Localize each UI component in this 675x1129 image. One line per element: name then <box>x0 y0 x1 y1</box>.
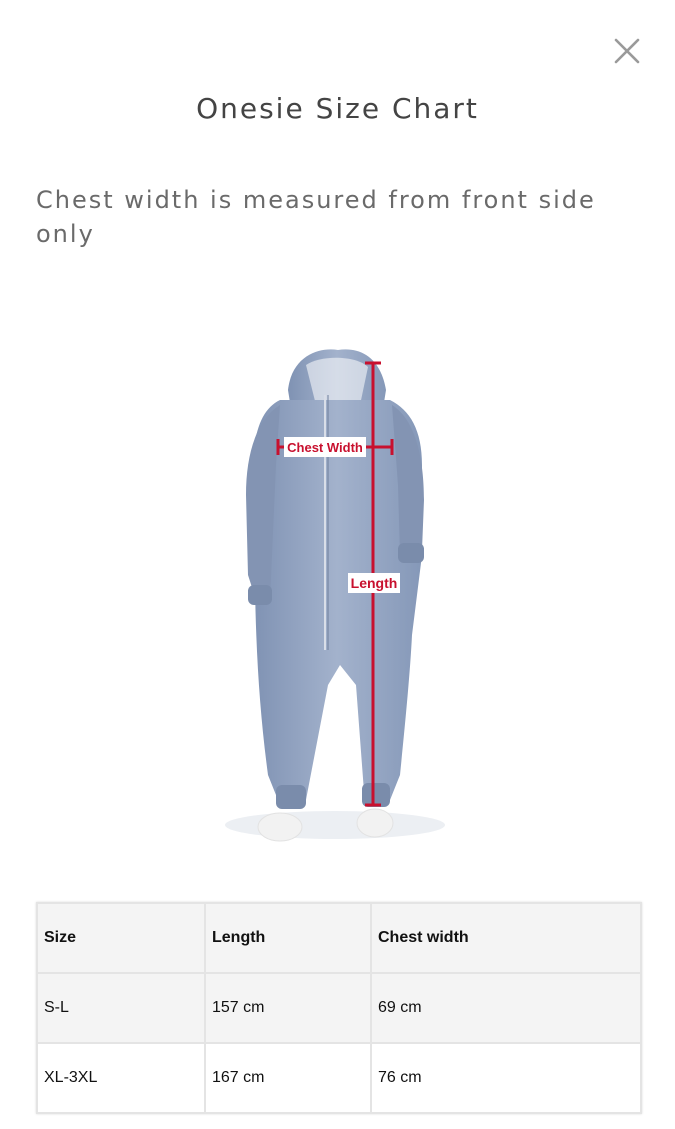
cell-size: S-L <box>36 972 206 1044</box>
onesie-figure: Chest Width Length <box>160 255 520 885</box>
cell-length: 157 cm <box>204 972 372 1044</box>
table-row: S-L 157 cm 69 cm <box>36 972 642 1044</box>
length-label: Length <box>351 575 398 591</box>
close-button[interactable] <box>610 34 644 68</box>
close-icon <box>614 38 640 64</box>
modal-title: Onesie Size Chart <box>196 92 479 125</box>
table-row: XL-3XL 167 cm 76 cm <box>36 1042 642 1114</box>
cell-size: XL-3XL <box>36 1042 206 1114</box>
table-header-row: Size Length Chest width <box>36 902 642 974</box>
header-chest-width: Chest width <box>370 902 642 974</box>
header-size: Size <box>36 902 206 974</box>
size-table: Size Length Chest width S-L 157 cm 69 cm… <box>36 902 642 1114</box>
chest-width-label: Chest Width <box>287 440 363 455</box>
onesie-image: Chest Width Length <box>225 349 445 842</box>
cell-chest-width: 69 cm <box>370 972 642 1044</box>
header-length: Length <box>204 902 372 974</box>
cell-chest-width: 76 cm <box>370 1042 642 1114</box>
measurement-note: Chest width is measured from front side … <box>36 186 596 248</box>
cell-length: 167 cm <box>204 1042 372 1114</box>
